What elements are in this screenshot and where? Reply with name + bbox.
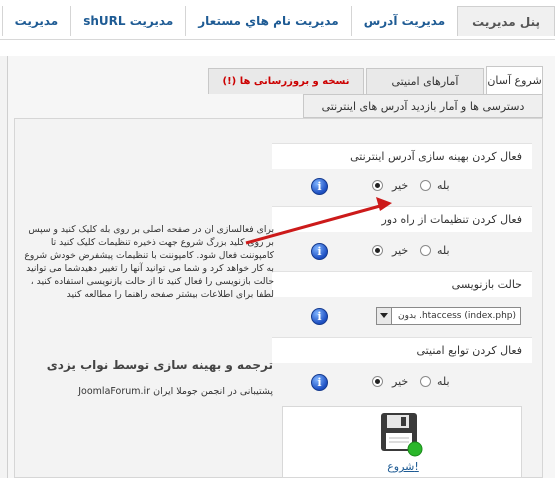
- red-arrow: [245, 197, 392, 245]
